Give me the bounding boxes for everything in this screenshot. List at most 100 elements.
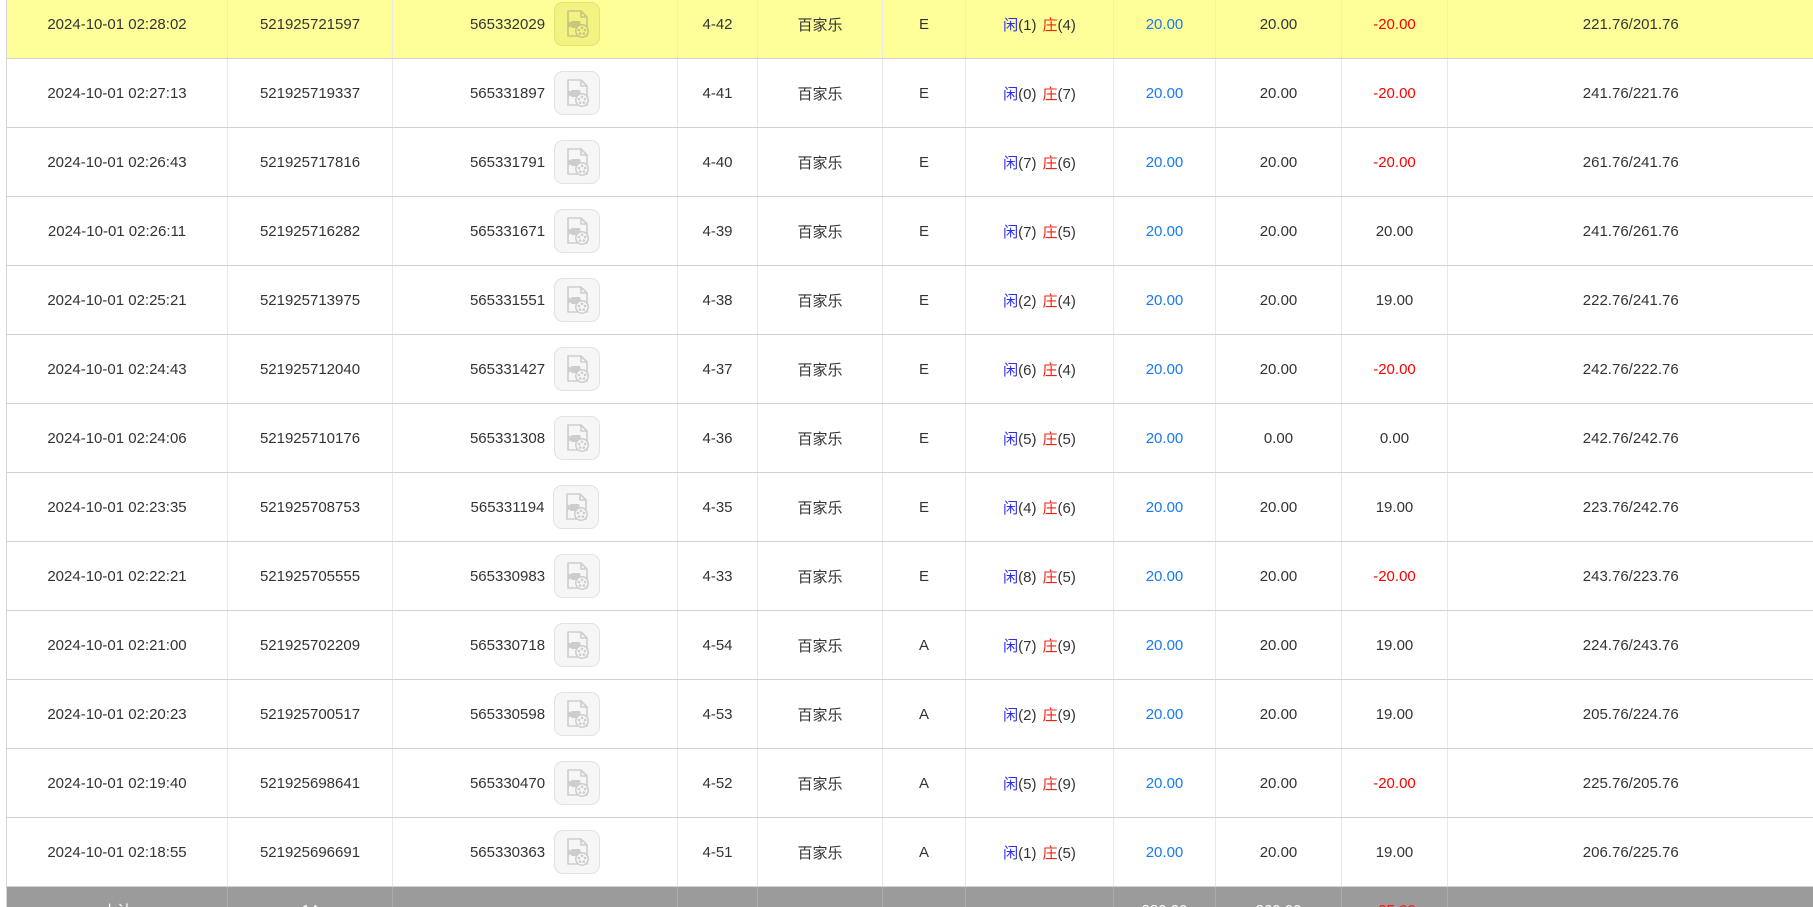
subtotal-empty-cell bbox=[883, 887, 966, 907]
bet-amount-link[interactable]: 20.00 bbox=[1146, 568, 1184, 585]
bet-amount-link[interactable]: 20.00 bbox=[1146, 16, 1184, 33]
bet-amount-link[interactable]: 20.00 bbox=[1146, 775, 1184, 792]
cell-order-number: 521925719337 bbox=[228, 59, 393, 128]
video-replay-icon bbox=[561, 491, 591, 523]
replay-video-button[interactable] bbox=[554, 830, 600, 874]
cell-result: 闲(7)庄(9) bbox=[966, 611, 1114, 680]
cell-bet-amount: 20.00 bbox=[1114, 749, 1216, 818]
cell-result: 闲(5)庄(9) bbox=[966, 749, 1114, 818]
player-score: (2) bbox=[1018, 707, 1036, 724]
table-row: 2024-10-01 02:26:43 521925717816 5653317… bbox=[7, 128, 1813, 197]
game-number: 565330983 bbox=[470, 568, 545, 585]
game-number-group: 565330983 bbox=[470, 554, 600, 598]
table-row: 2024-10-01 02:27:13 521925719337 5653318… bbox=[7, 59, 1813, 128]
subtotal-win-loss-total: -25.00 bbox=[1342, 887, 1448, 907]
bet-amount-link[interactable]: 20.00 bbox=[1146, 844, 1184, 861]
replay-video-button[interactable] bbox=[554, 71, 600, 115]
cell-order-number: 521925708753 bbox=[228, 473, 393, 542]
replay-video-button[interactable] bbox=[554, 278, 600, 322]
cell-win-loss: 19.00 bbox=[1342, 680, 1448, 749]
bet-amount-link[interactable]: 20.00 bbox=[1146, 85, 1184, 102]
cell-game-type: 百家乐 bbox=[758, 404, 883, 473]
banker-score: (7) bbox=[1058, 86, 1076, 103]
cell-order-number: 521925713975 bbox=[228, 266, 393, 335]
cell-valid-amount: 20.00 bbox=[1216, 818, 1342, 887]
cell-round-number: 4-41 bbox=[678, 59, 758, 128]
cell-win-loss: 19.00 bbox=[1342, 611, 1448, 680]
cell-bet-amount: 20.00 bbox=[1114, 0, 1216, 59]
cell-game-number: 565330470 bbox=[393, 749, 678, 818]
player-label: 闲 bbox=[1003, 17, 1018, 34]
cell-order-number: 521925705555 bbox=[228, 542, 393, 611]
bet-amount-link[interactable]: 20.00 bbox=[1146, 706, 1184, 723]
replay-video-button[interactable] bbox=[554, 554, 600, 598]
cell-balance: 221.76/201.76 bbox=[1448, 0, 1813, 59]
subtotal-empty-cell bbox=[758, 887, 883, 907]
game-number-group: 565331791 bbox=[470, 140, 600, 184]
player-label: 闲 bbox=[1003, 362, 1018, 379]
game-number: 565331671 bbox=[470, 223, 545, 240]
cell-bet-time: 2024-10-01 02:27:13 bbox=[7, 59, 228, 128]
banker-label: 庄 bbox=[1043, 293, 1058, 310]
cell-game-number: 565330363 bbox=[393, 818, 678, 887]
table-row: 2024-10-01 02:18:55 521925696691 5653303… bbox=[7, 818, 1813, 887]
subtotal-label: 小计 bbox=[7, 887, 228, 907]
replay-video-button[interactable] bbox=[553, 485, 599, 529]
video-replay-icon bbox=[562, 146, 592, 178]
cell-balance: 242.76/242.76 bbox=[1448, 404, 1813, 473]
cell-bet-time: 2024-10-01 02:28:02 bbox=[7, 0, 228, 59]
banker-score: (4) bbox=[1058, 293, 1076, 310]
cell-valid-amount: 20.00 bbox=[1216, 59, 1342, 128]
cell-order-number: 521925712040 bbox=[228, 335, 393, 404]
cell-game-number: 565330598 bbox=[393, 680, 678, 749]
subtotal-bet-total: 280.00 bbox=[1114, 887, 1216, 907]
replay-video-button[interactable] bbox=[554, 623, 600, 667]
cell-bet-amount: 20.00 bbox=[1114, 266, 1216, 335]
cell-win-loss: -20.00 bbox=[1342, 0, 1448, 59]
replay-video-button[interactable] bbox=[554, 2, 600, 46]
cell-game-number: 565331897 bbox=[393, 59, 678, 128]
game-number: 565331551 bbox=[470, 292, 545, 309]
cell-round-number: 4-51 bbox=[678, 818, 758, 887]
cell-win-loss: -20.00 bbox=[1342, 749, 1448, 818]
game-number: 565330718 bbox=[470, 637, 545, 654]
cell-balance: 225.76/205.76 bbox=[1448, 749, 1813, 818]
bet-amount-link[interactable]: 20.00 bbox=[1146, 361, 1184, 378]
cell-valid-amount: 20.00 bbox=[1216, 611, 1342, 680]
cell-game-type: 百家乐 bbox=[758, 266, 883, 335]
cell-bet-time: 2024-10-01 02:24:06 bbox=[7, 404, 228, 473]
cell-table-code: E bbox=[883, 59, 966, 128]
cell-game-type: 百家乐 bbox=[758, 611, 883, 680]
cell-win-loss: 20.00 bbox=[1342, 197, 1448, 266]
cell-game-type: 百家乐 bbox=[758, 818, 883, 887]
bet-amount-link[interactable]: 20.00 bbox=[1146, 154, 1184, 171]
cell-game-type: 百家乐 bbox=[758, 0, 883, 59]
bet-amount-link[interactable]: 20.00 bbox=[1146, 499, 1184, 516]
bet-amount-link[interactable]: 20.00 bbox=[1146, 637, 1184, 654]
cell-order-number: 521925716282 bbox=[228, 197, 393, 266]
bet-amount-link[interactable]: 20.00 bbox=[1146, 430, 1184, 447]
player-label: 闲 bbox=[1003, 293, 1018, 310]
cell-valid-amount: 20.00 bbox=[1216, 542, 1342, 611]
game-number-group: 565332029 bbox=[470, 2, 600, 46]
cell-bet-time: 2024-10-01 02:26:43 bbox=[7, 128, 228, 197]
bet-amount-link[interactable]: 20.00 bbox=[1146, 292, 1184, 309]
bet-amount-link[interactable]: 20.00 bbox=[1146, 223, 1184, 240]
banker-label: 庄 bbox=[1043, 86, 1058, 103]
game-number: 565331897 bbox=[470, 85, 545, 102]
cell-result: 闲(8)庄(5) bbox=[966, 542, 1114, 611]
video-replay-icon bbox=[562, 698, 592, 730]
cell-bet-amount: 20.00 bbox=[1114, 59, 1216, 128]
replay-video-button[interactable] bbox=[554, 140, 600, 184]
replay-video-button[interactable] bbox=[554, 347, 600, 391]
replay-video-button[interactable] bbox=[554, 761, 600, 805]
replay-video-button[interactable] bbox=[554, 692, 600, 736]
cell-order-number: 521925710176 bbox=[228, 404, 393, 473]
replay-video-button[interactable] bbox=[554, 209, 600, 253]
replay-video-button[interactable] bbox=[554, 416, 600, 460]
banker-label: 庄 bbox=[1043, 224, 1058, 241]
cell-bet-amount: 20.00 bbox=[1114, 611, 1216, 680]
cell-round-number: 4-52 bbox=[678, 749, 758, 818]
cell-win-loss: -20.00 bbox=[1342, 128, 1448, 197]
player-label: 闲 bbox=[1003, 707, 1018, 724]
